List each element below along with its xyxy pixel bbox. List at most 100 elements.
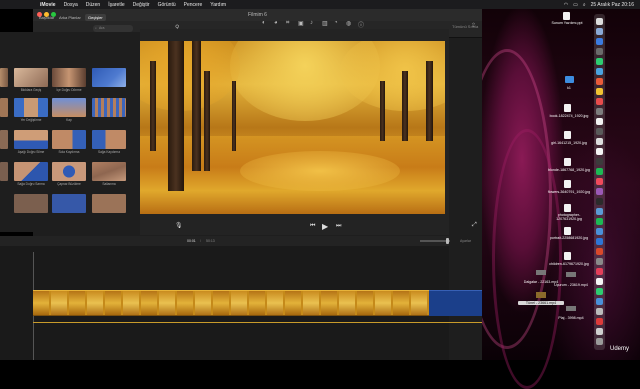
volume-icon[interactable]: ♪ [310, 20, 313, 26]
finder-icon[interactable] [596, 18, 603, 25]
filter-icon[interactable]: ◍ [346, 20, 351, 27]
transition-thumb-kap[interactable] [52, 98, 86, 117]
search-field[interactable]: ⌕ Ara [93, 25, 133, 32]
fullscreen-icon[interactable]: ⤢ [472, 222, 477, 229]
file-icon[interactable] [563, 12, 570, 20]
app-icon[interactable] [596, 208, 603, 215]
crop-icon[interactable]: ⌗ [286, 20, 289, 27]
folder-icon[interactable] [565, 76, 574, 83]
transition-thumb-partial[interactable] [52, 194, 86, 213]
app-icon[interactable] [596, 308, 603, 315]
desktop-file-label[interactable]: Uçurum - 23619.mp4 [548, 283, 594, 287]
transition-thumb-asagi-dogru-silme[interactable] [14, 130, 48, 149]
podcasts-icon[interactable] [596, 188, 603, 195]
video-file-icon[interactable] [536, 270, 546, 275]
battery-icon[interactable]: ▭ [573, 2, 578, 8]
tab-titles[interactable]: Başlıklar [36, 14, 57, 21]
tab-transitions[interactable]: Geçişler [85, 14, 106, 21]
info-icon[interactable]: ⓘ [358, 20, 364, 29]
desktop-file-label[interactable]: blonde-1867768_1920.jpg [546, 168, 592, 172]
desktop-file-label[interactable]: photographer-1207631920.jpg [546, 213, 592, 221]
file-icon[interactable] [564, 131, 571, 139]
desktop-file-label[interactable]: portrait-2258681920.jpg [546, 236, 592, 240]
menu-item-mark[interactable]: İşaretle [108, 2, 124, 8]
video-clip[interactable] [33, 290, 429, 316]
app-icon[interactable] [596, 268, 603, 275]
menu-app-name[interactable]: iMovie [40, 2, 56, 8]
transition-thumb-mosaic[interactable] [92, 98, 126, 117]
file-icon[interactable] [564, 204, 571, 212]
app-icon[interactable] [596, 28, 603, 35]
transition-thumb-capraz-buzulme[interactable] [52, 162, 86, 181]
transition-thumb-saga-dogru-sarma[interactable] [14, 162, 48, 181]
menu-item-edit[interactable]: Düzen [86, 2, 100, 8]
app-icon[interactable] [596, 128, 603, 135]
desktop-file-label[interactable]: flowers-3640791_1920.jpg [546, 190, 592, 194]
microphone-icon[interactable]: 🎙 [175, 222, 183, 229]
transition-thumb-partial[interactable] [92, 194, 126, 213]
file-icon[interactable] [564, 158, 571, 166]
tab-backgrounds[interactable]: Arka Planlar [56, 14, 84, 21]
desktop-file-label[interactable]: girl-1641215_1920.jpg [546, 141, 592, 145]
desktop-file-label[interactable]: Plaj - 3998.mp4 [548, 316, 594, 320]
app-icon[interactable] [596, 148, 603, 155]
file-icon[interactable] [564, 104, 571, 112]
transition-thumb-partial[interactable] [0, 162, 8, 181]
trash-icon[interactable] [596, 338, 603, 345]
safari-icon[interactable] [596, 38, 603, 45]
app-icon[interactable] [596, 158, 603, 165]
transition-thumb-partial[interactable] [0, 98, 8, 117]
transition-thumb-yer-degistirme[interactable] [14, 98, 48, 117]
transition-thumb-ice-dogru-donme[interactable] [52, 68, 86, 87]
desktop-file-label[interactable]: book-1822474_1920.jpg [546, 114, 592, 118]
video-file-icon[interactable] [536, 292, 546, 298]
video-file-icon[interactable] [566, 272, 576, 277]
powerpoint-icon[interactable] [596, 248, 603, 255]
app-icon[interactable] [596, 138, 603, 145]
menubar-clock[interactable]: 25 Aralık Paz 20:16 [591, 2, 634, 8]
transition-thumb-partial[interactable] [0, 130, 8, 149]
word-icon[interactable] [596, 238, 603, 245]
file-icon[interactable] [564, 180, 571, 188]
app-icon[interactable] [596, 108, 603, 115]
acrobat-icon[interactable] [596, 318, 603, 325]
transition-thumb-partial[interactable] [14, 194, 48, 213]
tv-icon[interactable] [596, 198, 603, 205]
desktop-file-label[interactable]: k1 [546, 86, 592, 90]
skip-forward-icon[interactable]: ⏭ [336, 223, 341, 230]
selected-clip-region[interactable] [429, 290, 482, 316]
messages-icon[interactable] [596, 58, 603, 65]
speed-icon[interactable]: ◔ [334, 20, 338, 26]
facetime-icon[interactable] [596, 288, 603, 295]
color-correction-icon[interactable]: ◕ [274, 20, 278, 26]
play-icon[interactable]: ▶ [322, 222, 328, 231]
stabilization-icon[interactable]: ▣ [298, 20, 304, 27]
desktop-file-label[interactable]: Sunum Yazılımı.ppt [544, 21, 590, 25]
spotify-icon[interactable] [596, 218, 603, 225]
transition-thumb-sola-kaydirma[interactable] [52, 130, 86, 149]
wifi-icon[interactable]: ◠ [564, 2, 568, 8]
zoom-slider-handle[interactable] [446, 238, 449, 244]
noise-reduction-icon[interactable]: ▥ [322, 20, 328, 27]
menu-item-view[interactable]: Görüntü [158, 2, 176, 8]
transition-thumb-blue[interactable] [92, 68, 126, 87]
file-icon[interactable] [564, 227, 571, 235]
settings-button[interactable]: Ayarlar [460, 239, 471, 243]
zoom-slider[interactable] [420, 238, 450, 244]
mail-icon[interactable] [596, 68, 603, 75]
desktop-file-label-selected[interactable]: Tünel - 23661.mp4 [518, 301, 564, 306]
transition-thumb-bloklara-gecis[interactable] [14, 68, 48, 87]
skip-back-icon[interactable]: ⏮ [310, 223, 315, 230]
menu-item-modify[interactable]: Değiştir [133, 2, 150, 8]
photos-icon[interactable] [596, 78, 603, 85]
transition-thumb-partial[interactable] [0, 68, 8, 87]
app-icon[interactable] [596, 298, 603, 305]
video-file-icon[interactable] [566, 306, 576, 311]
app-icon[interactable] [596, 278, 603, 285]
desktop-file-label[interactable]: children-6179671920.jpg [546, 262, 592, 266]
calendar-icon[interactable] [596, 98, 603, 105]
search-icon[interactable]: ⌕ [583, 2, 586, 8]
downloads-icon[interactable] [596, 328, 603, 335]
reminders-icon[interactable] [596, 118, 603, 125]
transition-thumb-sallanma[interactable] [92, 162, 126, 181]
